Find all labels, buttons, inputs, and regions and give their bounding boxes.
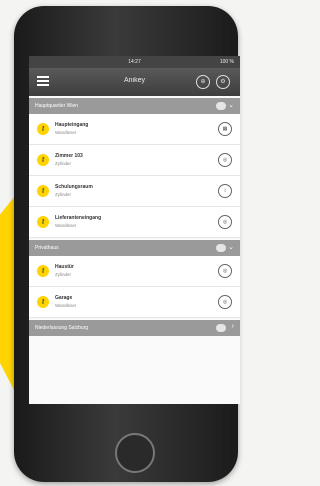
item-name: Garage [55,295,73,301]
key-icon: ⚷ [37,296,49,308]
open-action-icon[interactable]: ◎ [218,215,232,229]
app-header: Anikey ⊕ ⚙ [29,68,240,96]
section-toggle[interactable] [216,102,226,110]
key-icon: ⚷ [37,265,49,277]
add-icon[interactable]: ⊕ [196,75,210,89]
section-toggle[interactable] [216,324,226,332]
open-action-icon[interactable]: ◎ [218,264,232,278]
item-name: Haustür [55,264,74,270]
item-type: Zylinder [55,161,72,166]
item-name: Schulungsraum [55,184,93,190]
status-bar: 14:27 100 % [29,56,240,68]
section-label: Niederlassung Salzburg [35,325,89,331]
open-action-icon[interactable]: ◎ [218,295,232,309]
settings-icon[interactable]: ⚙ [216,75,230,89]
calendar-icon[interactable]: ▦ [218,122,232,136]
section-label: Hauptquartier Wien [35,103,79,109]
home-button[interactable] [115,433,155,473]
battery-indicator: 100 % [219,59,234,65]
item-type: Wandleser [55,303,77,308]
key-icon: ⚷ [37,216,49,228]
app-screen: 14:27 100 % Anikey ⊕ ⚙ Hauptquartier Wie… [29,56,240,404]
status-time: 14:27 [128,59,141,65]
list-item[interactable]: ⚷ Lieferanteneingang Wandleser ◎ [29,207,240,238]
item-type: Wandleser [55,223,77,228]
open-action-icon[interactable]: ◎ [218,153,232,167]
item-type: Wandleser [55,130,77,135]
info-icon[interactable]: i [218,184,232,198]
item-name: Zimmer 103 [55,153,83,159]
list-item[interactable]: ⚷ Haupteingang Wandleser ▦ [29,114,240,145]
section-header[interactable]: Privathaus ⌄ [29,240,240,256]
key-icon: ⚷ [37,154,49,166]
section-header[interactable]: Niederlassung Salzburg › [29,320,240,336]
chevron-down-icon[interactable]: ⌄ [228,243,234,251]
key-icon: ⚷ [37,123,49,135]
item-type: Zylinder [55,272,72,277]
section-header[interactable]: Hauptquartier Wien ⌄ [29,98,240,114]
item-name: Lieferanteneingang [55,215,102,221]
item-name: Haupteingang [55,122,89,128]
chevron-right-icon[interactable]: › [232,323,234,330]
list-item[interactable]: ⚷ Haustür Zylinder ◎ [29,256,240,287]
key-icon: ⚷ [37,185,49,197]
section-label: Privathaus [35,245,59,251]
list-item[interactable]: ⚷ Zimmer 103 Zylinder ◎ [29,145,240,176]
list-item[interactable]: ⚷ Schulungsraum Zylinder i [29,176,240,207]
list-item[interactable]: ⚷ Garage Wandleser ◎ [29,287,240,318]
section-toggle[interactable] [216,244,226,252]
chevron-down-icon[interactable]: ⌄ [228,101,234,109]
item-type: Zylinder [55,192,72,197]
